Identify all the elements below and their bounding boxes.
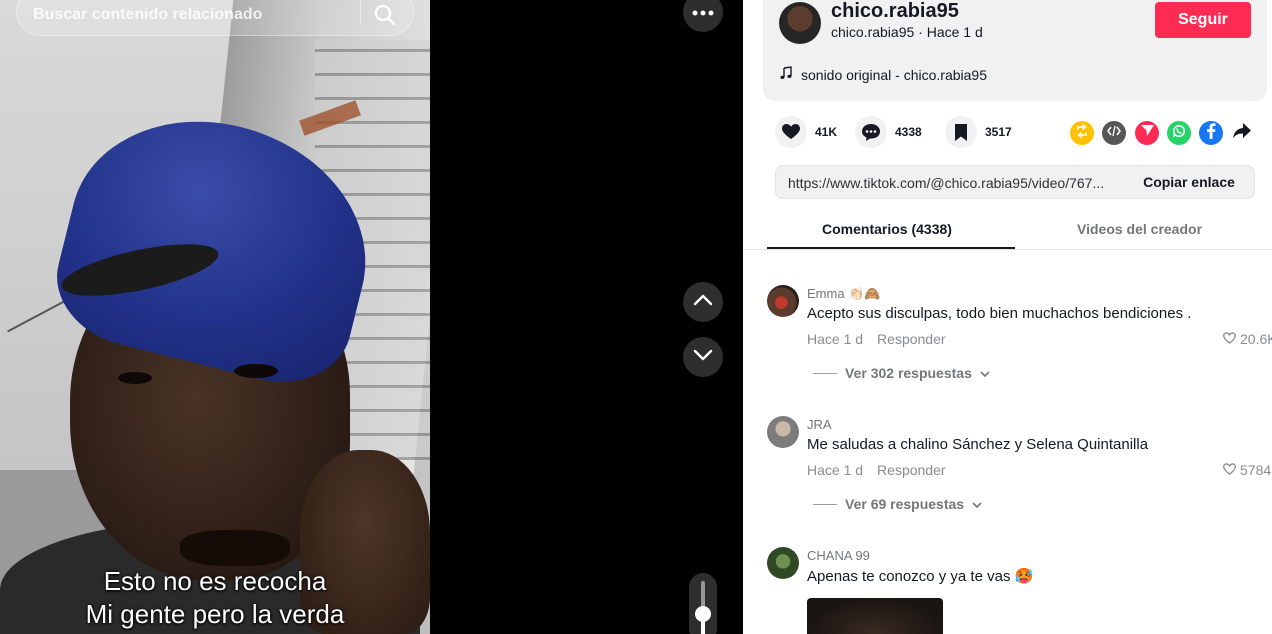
- comment-text: Apenas te conozco y ya te vas 🥵: [807, 568, 1034, 585]
- reply-button[interactable]: Responder: [877, 331, 946, 347]
- view-replies-label: Ver 69 respuestas: [845, 496, 965, 512]
- volume-knob[interactable]: [695, 606, 711, 622]
- comment-like-button[interactable]: 5784: [1223, 462, 1271, 478]
- avatar[interactable]: [767, 285, 799, 317]
- repost-icon: [1075, 123, 1089, 143]
- video-scene-eye: [234, 364, 278, 378]
- sound-name[interactable]: sonido original - chico.rabia95: [801, 67, 987, 83]
- comment-username[interactable]: CHANA 99: [807, 548, 870, 563]
- more-icon: [692, 3, 714, 21]
- previous-video-button[interactable]: [683, 282, 723, 322]
- follow-button[interactable]: Seguir: [1155, 2, 1251, 38]
- video-caption-line: Esto no es recocha: [103, 566, 327, 596]
- comment-image-attachment[interactable]: [807, 598, 943, 634]
- view-replies-button[interactable]: Ver 69 respuestas: [813, 496, 982, 512]
- chevron-down-icon: [693, 348, 713, 366]
- embed-icon: [1107, 124, 1121, 142]
- comment-time: Hace 1 d: [807, 331, 864, 347]
- chevron-up-icon: [693, 293, 713, 311]
- video-url-field[interactable]: https://www.tiktok.com/@chico.rabia95/vi…: [788, 175, 1118, 191]
- comment-meta: Hace 1 d Responder: [807, 331, 946, 347]
- post-time: Hace 1 d: [926, 24, 983, 40]
- chevron-down-icon: [972, 496, 982, 512]
- whatsapp-share-button[interactable]: [1167, 121, 1191, 145]
- video-link-bar: https://www.tiktok.com/@chico.rabia95/vi…: [775, 165, 1255, 199]
- send-to-friends-button[interactable]: [1135, 121, 1159, 145]
- music-note-icon: [779, 66, 793, 83]
- comment-text: Me saludas a chalino Sánchez y Selena Qu…: [807, 436, 1149, 453]
- comment-text: Acepto sus disculpas, todo bien muchacho…: [807, 305, 1192, 322]
- comment-meta: Hace 1 d Responder: [807, 462, 946, 478]
- heart-outline-icon: [1223, 462, 1236, 478]
- video-caption-line: Mi gente pero la verda: [85, 599, 345, 629]
- avatar[interactable]: [779, 2, 821, 44]
- like-count: 41K: [815, 125, 838, 139]
- avatar[interactable]: [767, 547, 799, 579]
- facebook-icon: [1206, 122, 1216, 144]
- view-replies-label: Ver 302 respuestas: [845, 365, 972, 381]
- next-video-button[interactable]: [683, 337, 723, 377]
- facebook-share-button[interactable]: [1199, 121, 1223, 145]
- video-frame[interactable]: Buscar contenido relacionado Esto no es …: [0, 0, 430, 634]
- comment-like-count: 5784: [1240, 462, 1272, 478]
- comment-time: Hace 1 d: [807, 462, 864, 478]
- tab-comments[interactable]: Comentarios (4338): [822, 221, 952, 237]
- comment-like-button[interactable]: 20.6K: [1223, 331, 1272, 347]
- search-divider: [360, 0, 361, 25]
- author-display-name[interactable]: chico.rabia95: [831, 0, 959, 23]
- repost-button[interactable]: [1070, 121, 1094, 145]
- whatsapp-icon: [1172, 124, 1186, 143]
- volume-slider[interactable]: [689, 573, 717, 634]
- related-search-bar[interactable]: Buscar contenido relacionado: [16, 0, 414, 36]
- author-username[interactable]: chico.rabia95: [831, 24, 914, 40]
- send-icon: [1140, 124, 1154, 142]
- video-details-panel: chico.rabia95 chico.rabia95 · Hace 1 d S…: [743, 0, 1272, 634]
- separator-dot: ·: [918, 24, 927, 40]
- search-icon[interactable]: [373, 3, 399, 29]
- video-scene-mouth: [180, 530, 290, 566]
- tab-creator-videos[interactable]: Videos del creador: [1077, 221, 1202, 237]
- like-button[interactable]: 41K: [775, 116, 837, 148]
- search-input[interactable]: Buscar contenido relacionado: [33, 6, 262, 24]
- more-options-button[interactable]: [683, 0, 723, 32]
- bookmark-icon: [945, 116, 977, 148]
- sound-link[interactable]: sonido original - chico.rabia95: [779, 66, 987, 83]
- share-arrow-icon: [1233, 122, 1251, 144]
- view-replies-button[interactable]: Ver 302 respuestas: [813, 365, 990, 381]
- comment-username[interactable]: Emma 👏🏻🙈: [807, 286, 881, 302]
- active-tab-indicator: [767, 247, 1015, 249]
- comment-count: 4338: [895, 125, 922, 139]
- heart-outline-icon: [1223, 331, 1236, 347]
- author-card: chico.rabia95 chico.rabia95 · Hace 1 d S…: [763, 0, 1267, 101]
- avatar[interactable]: [767, 416, 799, 448]
- replies-dash: [813, 503, 837, 505]
- video-scene-eye: [118, 372, 152, 384]
- more-share-button[interactable]: [1230, 121, 1254, 145]
- panel-tabs: Comentarios (4338) Videos del creador: [743, 210, 1272, 250]
- comment-like-count: 20.6K: [1240, 331, 1272, 347]
- comment-count-button[interactable]: 4338: [855, 116, 922, 148]
- chevron-down-icon: [980, 365, 990, 381]
- comment-username[interactable]: JRA: [807, 417, 832, 432]
- embed-button[interactable]: [1102, 121, 1126, 145]
- video-player[interactable]: Buscar contenido relacionado Esto no es …: [0, 0, 743, 634]
- copy-link-button[interactable]: Copiar enlace: [1124, 166, 1254, 198]
- save-button[interactable]: 3517: [945, 116, 1012, 148]
- comment-icon: [855, 116, 887, 148]
- replies-dash: [813, 372, 837, 374]
- author-subline: chico.rabia95 · Hace 1 d: [831, 24, 983, 40]
- heart-icon: [775, 116, 807, 148]
- reply-button[interactable]: Responder: [877, 462, 946, 478]
- save-count: 3517: [985, 125, 1012, 139]
